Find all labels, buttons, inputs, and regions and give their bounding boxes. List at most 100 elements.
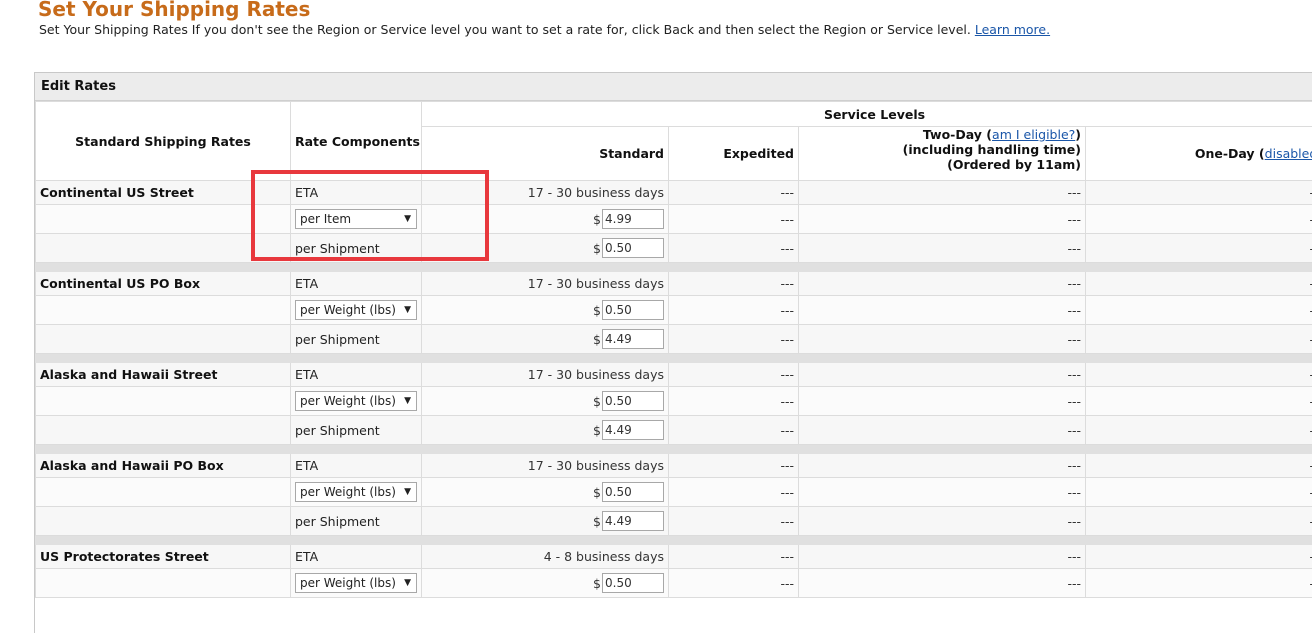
per-shipment-label: per Shipment — [291, 234, 422, 263]
service-levels-header: Service Levels — [422, 102, 1312, 127]
table-row: Alaska and Hawaii PO Box ETA 17 - 30 bus… — [36, 454, 1312, 478]
standard-shipping-rates-header: Standard Shipping Rates — [36, 102, 291, 181]
chevron-down-icon: ▼ — [404, 301, 411, 319]
two-day-value: --- — [799, 325, 1086, 354]
currency-symbol: $ — [593, 394, 601, 409]
table-row: per Shipment $4.49 --- --- --- — [36, 416, 1312, 445]
table-row: US Protectorates Street ETA 4 - 8 busine… — [36, 545, 1312, 569]
shipment-rate-input[interactable]: 0.50 — [602, 238, 664, 258]
two-day-note-1: (including handling time) — [903, 142, 1081, 157]
one-day-value: --- — [1086, 387, 1312, 416]
region-name: Continental US PO Box — [36, 272, 291, 296]
two-day-value: --- — [799, 272, 1086, 296]
per-shipment-label: per Shipment — [291, 507, 422, 536]
table-row: Continental US Street ETA 17 - 30 busine… — [36, 181, 1312, 205]
shipping-rates-table: Standard Shipping Rates Rate Components … — [35, 101, 1312, 598]
rate-unit-cell: per Item▼ — [291, 205, 422, 234]
rate-components-header: Rate Components — [291, 102, 422, 181]
rate-unit-value: per Weight (lbs) — [300, 576, 396, 590]
expedited-value: --- — [669, 205, 799, 234]
learn-more-link[interactable]: Learn more. — [975, 22, 1050, 37]
region-name: Alaska and Hawaii PO Box — [36, 454, 291, 478]
rate-unit-value: per Weight (lbs) — [300, 303, 396, 317]
empty-cell — [36, 507, 291, 536]
eta-label: ETA — [291, 454, 422, 478]
expedited-value: --- — [669, 416, 799, 445]
one-day-value: --- — [1086, 181, 1312, 205]
rate-input[interactable]: 0.50 — [602, 391, 664, 411]
rate-input[interactable]: 0.50 — [602, 300, 664, 320]
region-separator — [36, 445, 1312, 454]
rate-unit-cell: per Weight (lbs)▼ — [291, 387, 422, 416]
table-row: per Weight (lbs) ▼ $0.50 --- --- --- — [36, 296, 1312, 325]
two-day-value: --- — [799, 507, 1086, 536]
eta-label: ETA — [291, 545, 422, 569]
one-day-value: --- — [1086, 507, 1312, 536]
currency-symbol: $ — [593, 241, 601, 256]
expedited-value: --- — [669, 545, 799, 569]
standard-rate-cell: $0.50 — [422, 569, 669, 598]
rate-unit-cell: per Weight (lbs) ▼ — [291, 296, 422, 325]
currency-symbol: $ — [593, 332, 601, 347]
currency-symbol: $ — [593, 303, 601, 318]
two-day-value: --- — [799, 296, 1086, 325]
eta-label: ETA — [291, 363, 422, 387]
table-row: per Weight (lbs)▼ $0.50 --- --- --- — [36, 387, 1312, 416]
page-description-text: Set Your Shipping Rates If you don't see… — [39, 22, 971, 37]
two-day-value: --- — [799, 181, 1086, 205]
page-title: Set Your Shipping Rates — [38, 0, 310, 21]
page-description: Set Your Shipping Rates If you don't see… — [39, 22, 1050, 37]
two-day-value: --- — [799, 363, 1086, 387]
currency-symbol: $ — [593, 485, 601, 500]
standard-eta: 17 - 30 business days — [422, 363, 669, 387]
empty-cell — [36, 569, 291, 598]
shipment-rate-input[interactable]: 4.49 — [602, 420, 664, 440]
shipment-rate-input[interactable]: 4.49 — [602, 329, 664, 349]
one-day-value: --- — [1086, 416, 1312, 445]
expedited-value: --- — [669, 272, 799, 296]
expedited-header: Expedited — [669, 127, 799, 181]
currency-symbol: $ — [593, 423, 601, 438]
one-day-value: --- — [1086, 363, 1312, 387]
currency-symbol: $ — [593, 212, 601, 227]
one-day-value: --- — [1086, 296, 1312, 325]
one-day-value: --- — [1086, 545, 1312, 569]
rate-unit-select[interactable]: per Weight (lbs)▼ — [295, 391, 417, 411]
table-row: per Shipment $4.49 --- --- --- — [36, 325, 1312, 354]
one-day-value: --- — [1086, 569, 1312, 598]
one-day-header: One-Day (disabled) — [1086, 127, 1312, 181]
one-day-disabled-link[interactable]: disabled — [1265, 146, 1312, 161]
two-day-note-2: (Ordered by 11am) — [947, 157, 1081, 172]
rate-input[interactable]: 0.50 — [602, 573, 664, 593]
empty-cell — [36, 387, 291, 416]
empty-cell — [36, 205, 291, 234]
panel-title: Edit Rates — [35, 73, 1312, 101]
rate-input[interactable]: 0.50 — [602, 482, 664, 502]
empty-cell — [36, 416, 291, 445]
rate-unit-select[interactable]: per Weight (lbs) ▼ — [295, 573, 417, 593]
rate-unit-value: per Weight (lbs) — [300, 394, 396, 408]
rate-input[interactable]: 4.99 — [602, 209, 664, 229]
table-row: Continental US PO Box ETA 17 - 30 busine… — [36, 272, 1312, 296]
rate-unit-select[interactable]: per Weight (lbs) ▼ — [295, 300, 417, 320]
edit-rates-panel: Edit Rates Standard Shipping Rates Rate … — [34, 72, 1312, 633]
per-shipment-label: per Shipment — [291, 416, 422, 445]
rate-unit-select[interactable]: per Weight (lbs)▼ — [295, 482, 417, 502]
two-day-value: --- — [799, 478, 1086, 507]
am-i-eligible-link[interactable]: am I eligible? — [992, 127, 1075, 142]
standard-eta: 17 - 30 business days — [422, 454, 669, 478]
two-day-value: --- — [799, 545, 1086, 569]
rate-unit-select[interactable]: per Item▼ — [295, 209, 417, 229]
one-day-value: --- — [1086, 454, 1312, 478]
table-row: per Weight (lbs)▼ $0.50 --- --- --- — [36, 478, 1312, 507]
two-day-header: Two-Day (am I eligible?) (including hand… — [799, 127, 1086, 181]
table-row: per Shipment $0.50 --- --- --- — [36, 234, 1312, 263]
empty-cell — [36, 325, 291, 354]
chevron-down-icon: ▼ — [404, 483, 411, 501]
two-day-label: Two-Day — [923, 127, 982, 142]
region-separator — [36, 263, 1312, 272]
shipment-rate-input[interactable]: 4.49 — [602, 511, 664, 531]
expedited-value: --- — [669, 507, 799, 536]
expedited-value: --- — [669, 296, 799, 325]
chevron-down-icon: ▼ — [404, 574, 411, 592]
